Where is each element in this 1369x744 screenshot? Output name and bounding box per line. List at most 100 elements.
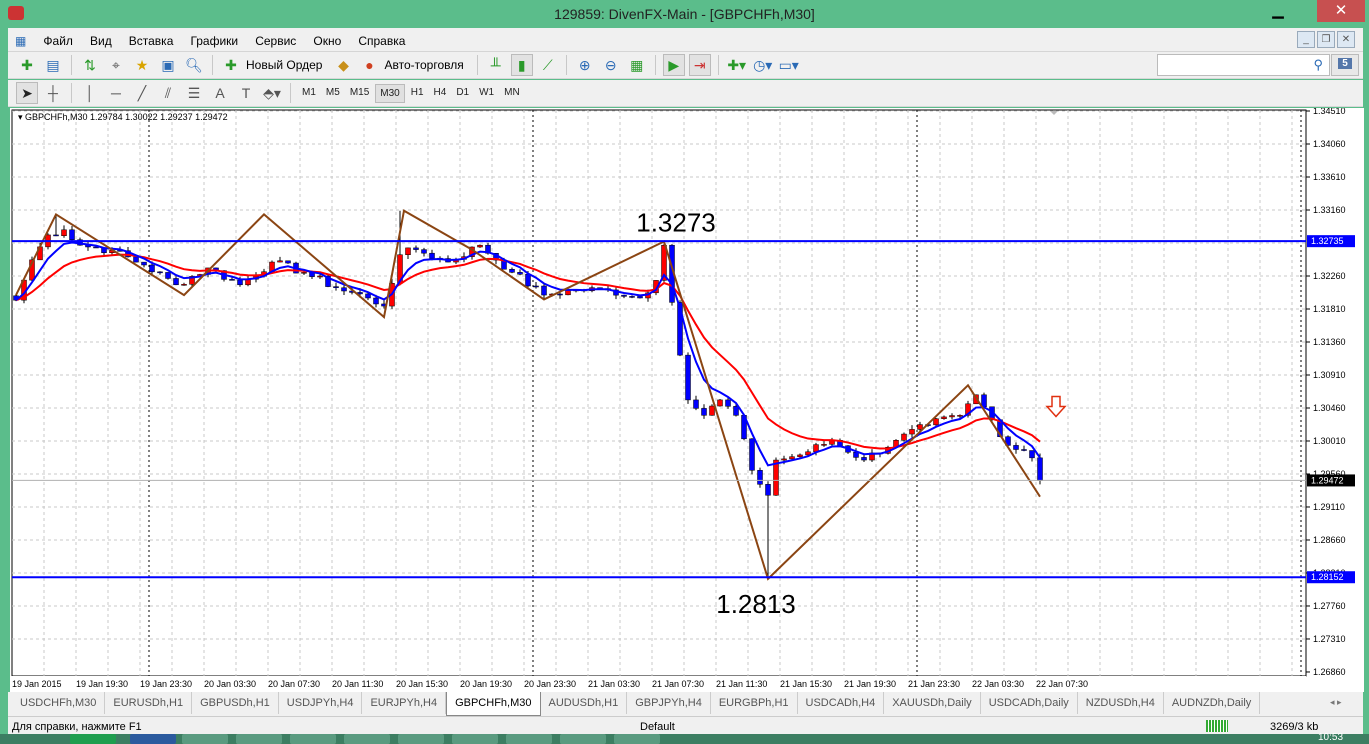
- price-chart[interactable]: 1.34510 1.34060 1.33610 1.33160 1.32260 1.318…: [10, 108, 1364, 692]
- search-icon[interactable]: ⚲: [1313, 57, 1323, 73]
- timeframe-m1[interactable]: M1: [298, 84, 320, 103]
- chart-shift-icon[interactable]: ⇥: [688, 54, 711, 76]
- chart-tab[interactable]: USDJPYh,H4: [279, 692, 363, 714]
- text-label-icon[interactable]: T: [235, 82, 257, 104]
- child-close-button[interactable]: ✕: [1337, 31, 1355, 48]
- menu-bar: ▦ Файл Вид Вставка Графики Сервис Окно С…: [8, 28, 1363, 52]
- chart-tab[interactable]: GBPUSDh,H1: [192, 692, 279, 714]
- chart-tab[interactable]: EURGBPh,H1: [711, 692, 798, 714]
- taskbar-app-icon[interactable]: [290, 734, 336, 744]
- chart-tab[interactable]: GBPCHFh,M30: [446, 692, 541, 716]
- new-order-button[interactable]: Новый Ордер: [246, 58, 322, 72]
- market-watch-icon[interactable]: ⇅: [79, 54, 101, 76]
- taskbar-app-icon[interactable]: [70, 734, 116, 744]
- tab-scroll-arrows[interactable]: ◂ ▸: [1330, 697, 1342, 708]
- menu-view[interactable]: Вид: [83, 28, 119, 48]
- chart-tab[interactable]: AUDNZDh,Daily: [1164, 692, 1261, 714]
- taskbar-app-icon[interactable]: [506, 734, 552, 744]
- timeframe-mn[interactable]: MN: [500, 84, 524, 103]
- chart-tab[interactable]: USDCHFh,M30: [12, 692, 106, 714]
- candle-body: [53, 234, 59, 237]
- menu-file[interactable]: Файл: [36, 28, 80, 48]
- crosshair-icon[interactable]: ┼: [42, 82, 64, 104]
- indicators-icon[interactable]: ✚▾: [726, 54, 748, 76]
- data-window-icon[interactable]: ⌖: [105, 54, 127, 76]
- close-button[interactable]: ✕: [1317, 0, 1365, 22]
- strategy-tester-icon[interactable]: 🔍︎: [183, 54, 205, 76]
- search-input[interactable]: ⚲: [1157, 54, 1330, 76]
- bar-chart-icon[interactable]: ╨: [485, 54, 507, 76]
- chart-tab[interactable]: EURJPYh,H4: [362, 692, 447, 714]
- candle-body: [949, 415, 955, 418]
- chart-window[interactable]: 1.34510 1.34060 1.33610 1.33160 1.32260 1.318…: [10, 108, 1364, 692]
- timeframe-d1[interactable]: D1: [452, 84, 473, 103]
- minimize-button[interactable]: ▁: [1255, 0, 1301, 22]
- autotrading-icon[interactable]: ●: [358, 54, 380, 76]
- chart-doc-icon[interactable]: ▦: [8, 28, 33, 48]
- text-icon[interactable]: A: [209, 82, 231, 104]
- cursor-icon[interactable]: ➤: [16, 82, 38, 104]
- vertical-line-icon[interactable]: │: [79, 82, 101, 104]
- navigator-icon[interactable]: ★: [131, 54, 153, 76]
- equidistant-channel-icon[interactable]: ⫽: [157, 82, 179, 104]
- line-chart-icon[interactable]: ⟋: [537, 54, 559, 76]
- timeframe-w1[interactable]: W1: [475, 84, 498, 103]
- timeframe-h4[interactable]: H4: [430, 84, 451, 103]
- timeframe-m5[interactable]: M5: [322, 84, 344, 103]
- taskbar-app-icon[interactable]: [344, 734, 390, 744]
- candle-body: [557, 293, 563, 296]
- menu-window[interactable]: Окно: [306, 28, 348, 48]
- taskbar-app-icon[interactable]: [130, 734, 176, 744]
- autotrading-button[interactable]: Авто-торговля: [384, 58, 463, 72]
- menu-help[interactable]: Справка: [351, 28, 412, 48]
- candle-body: [765, 484, 771, 496]
- horizontal-line-icon[interactable]: ─: [105, 82, 127, 104]
- candle-body: [157, 271, 163, 274]
- templates-icon[interactable]: ▭▾: [778, 54, 800, 76]
- zoom-in-icon[interactable]: ⊕: [574, 54, 596, 76]
- taskbar-app-icon[interactable]: [398, 734, 444, 744]
- taskbar-app-icon[interactable]: [452, 734, 498, 744]
- child-minimize-button[interactable]: _: [1297, 31, 1315, 48]
- metaeditor-icon[interactable]: ◆: [332, 54, 354, 76]
- tile-windows-icon[interactable]: ▦: [626, 54, 648, 76]
- chart-tab[interactable]: USDCADh,H4: [798, 692, 885, 714]
- taskbar-app-icon[interactable]: [236, 734, 282, 744]
- candle-body: [749, 438, 755, 471]
- timeframe-h1[interactable]: H1: [407, 84, 428, 103]
- terminal-icon[interactable]: ▣: [157, 54, 179, 76]
- auto-scroll-icon[interactable]: ▶: [662, 54, 685, 76]
- menu-charts[interactable]: Графики: [183, 28, 245, 48]
- chart-tab[interactable]: XAUUSDh,Daily: [884, 692, 981, 714]
- periods-icon[interactable]: ◷▾: [752, 54, 774, 76]
- new-chart-icon[interactable]: ✚: [16, 54, 38, 76]
- chart-tab[interactable]: NZDUSDh,H4: [1078, 692, 1164, 714]
- child-restore-button[interactable]: ❐: [1317, 31, 1335, 48]
- candlestick-chart-icon[interactable]: ▮: [510, 54, 533, 76]
- price-tick-label: 1.33160: [1313, 205, 1346, 215]
- collapse-icon[interactable]: ▾: [18, 112, 25, 122]
- chart-tab[interactable]: GBPJPYh,H4: [627, 692, 711, 714]
- new-order-icon[interactable]: ✚: [220, 54, 242, 76]
- candle-body: [405, 247, 411, 255]
- price-tick-label: 1.30010: [1313, 436, 1346, 446]
- fibonacci-icon[interactable]: ☰: [183, 82, 205, 104]
- profiles-icon[interactable]: ▤: [42, 54, 64, 76]
- messages-button[interactable]: 5: [1331, 54, 1359, 76]
- zoom-out-icon[interactable]: ⊖: [600, 54, 622, 76]
- time-label: 19 Jan 19:30: [76, 679, 129, 689]
- menu-insert[interactable]: Вставка: [122, 28, 181, 48]
- chart-tab[interactable]: AUDUSDh,H1: [541, 692, 628, 714]
- taskbar-app-icon[interactable]: [614, 734, 660, 744]
- chart-tab[interactable]: USDCADh,Daily: [981, 692, 1078, 714]
- menu-tools[interactable]: Сервис: [248, 28, 303, 48]
- timeframe-m30[interactable]: M30: [375, 83, 405, 103]
- arrows-icon[interactable]: ⬘▾: [261, 82, 283, 104]
- trendline-icon[interactable]: ╱: [131, 82, 153, 104]
- connection-icon: [1206, 720, 1228, 732]
- taskbar-app-icon[interactable]: [560, 734, 606, 744]
- chart-tab[interactable]: EURUSDh,H1: [105, 692, 193, 714]
- timeframe-m15[interactable]: M15: [346, 84, 373, 103]
- taskbar-app-icon[interactable]: [182, 734, 228, 744]
- price-annotation: 1.2813: [716, 589, 796, 619]
